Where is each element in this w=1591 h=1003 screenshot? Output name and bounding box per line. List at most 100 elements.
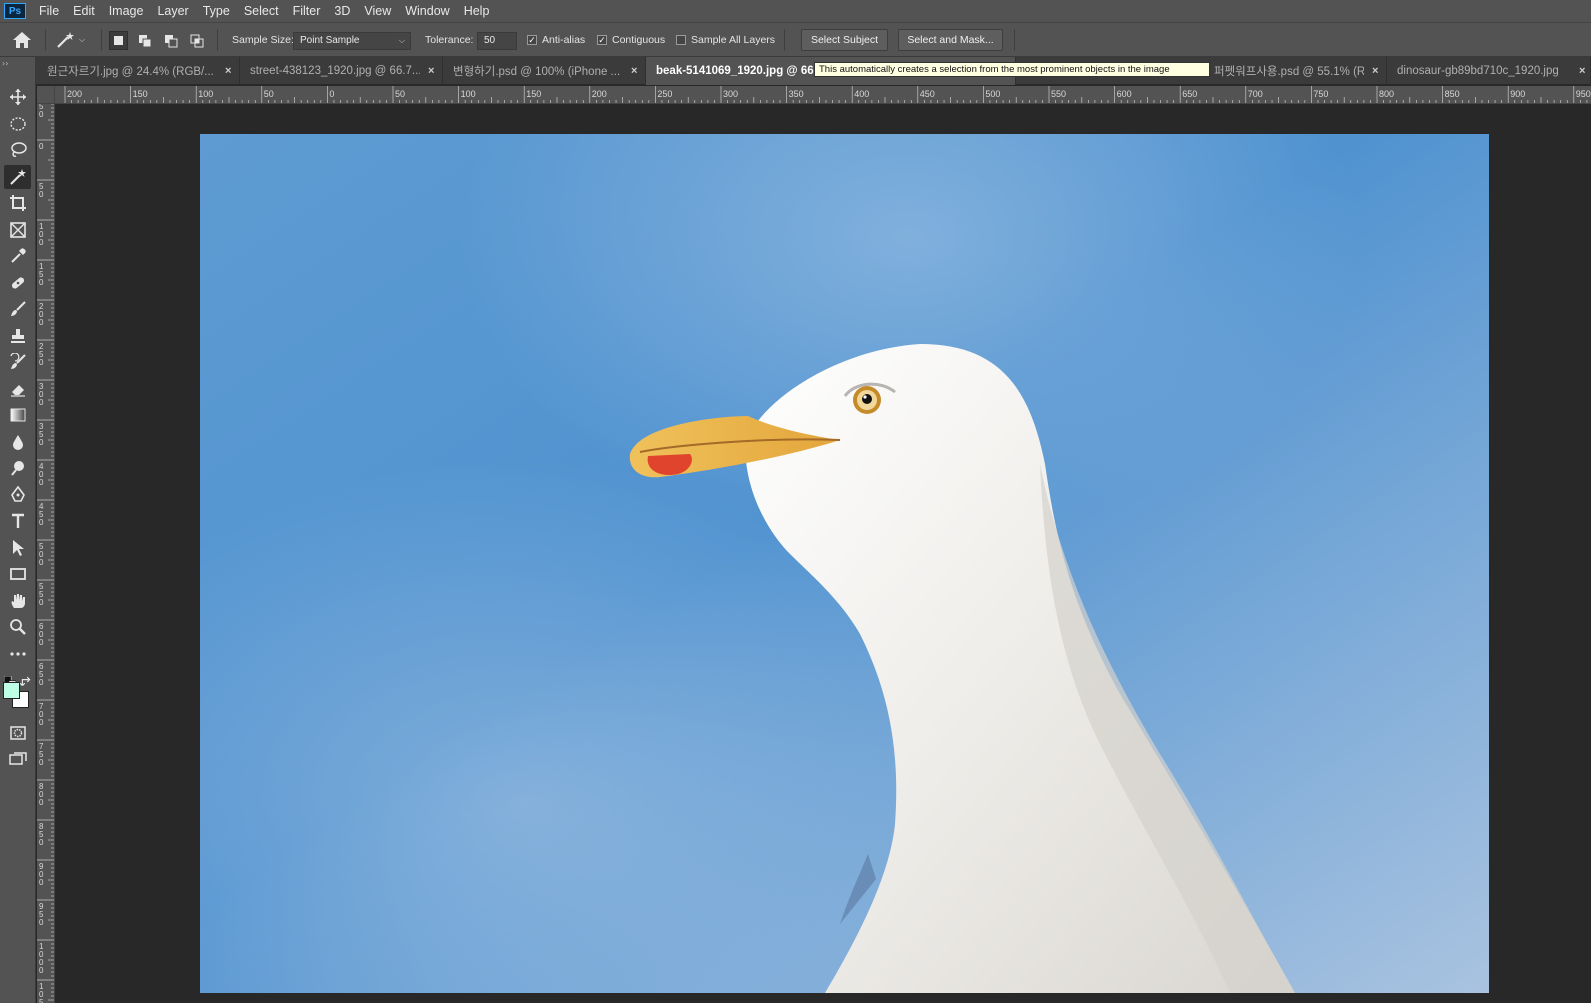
intersect-selection-button[interactable] xyxy=(187,31,206,50)
vertical-ruler[interactable]: 5005010015020025030035040045050055060065… xyxy=(37,104,55,1003)
tool-hand[interactable] xyxy=(4,589,31,613)
new-selection-button[interactable] xyxy=(109,31,128,50)
eyedropper-icon xyxy=(10,248,26,263)
ruler-label: 5 xyxy=(39,998,44,1003)
tolerance-input[interactable]: 50 xyxy=(477,32,517,50)
ruler-label: 750 xyxy=(1313,89,1328,99)
panel-collapse-icon[interactable]: ›› xyxy=(2,59,8,68)
tab-document-5[interactable]: 퍼펫워프사용.psd @ 55.1% (RG... × xyxy=(1204,57,1387,85)
ruler-label: 800 xyxy=(1379,89,1394,99)
add-to-selection-button[interactable] xyxy=(135,31,154,50)
menu-edit[interactable]: Edit xyxy=(66,0,102,22)
tab-label: street-438123_1920.jpg @ 66.7... xyxy=(250,65,420,77)
tool-dodge[interactable] xyxy=(4,456,31,480)
ruler-label: 200 xyxy=(592,89,607,99)
tool-eyedropper[interactable] xyxy=(4,244,31,268)
close-icon[interactable]: × xyxy=(1579,65,1585,77)
ruler-label: 950 xyxy=(1576,89,1591,99)
tab-document-3[interactable]: 변형하기.psd @ 100% (iPhone ... × xyxy=(443,57,646,85)
tool-more[interactable] xyxy=(4,642,31,666)
tab-document-2[interactable]: street-438123_1920.jpg @ 66.7... × xyxy=(240,57,443,85)
document-canvas[interactable] xyxy=(200,134,1489,993)
menu-help[interactable]: Help xyxy=(457,0,497,22)
ruler-label: 0 xyxy=(39,358,44,367)
more-icon xyxy=(9,651,26,656)
rectangle-icon xyxy=(9,568,26,580)
contiguous-checkbox[interactable]: ✓ xyxy=(597,35,607,45)
contiguous-option[interactable]: ✓ Contiguous xyxy=(597,23,665,57)
tool-preset-picker[interactable]: ⌵ xyxy=(56,23,85,57)
ruler-label: 150 xyxy=(133,89,148,99)
select-and-mask-button[interactable]: Select and Mask... xyxy=(898,29,1003,51)
tool-zoom[interactable] xyxy=(4,615,31,639)
quick-mask-button[interactable] xyxy=(4,721,31,745)
pen-icon xyxy=(10,485,25,502)
sample-all-layers-checkbox[interactable] xyxy=(676,35,686,45)
tool-lasso[interactable] xyxy=(4,138,31,162)
ruler-label: 0 xyxy=(39,238,44,247)
sample-size-label: Sample Size: xyxy=(232,34,294,46)
tool-frame[interactable] xyxy=(4,218,31,242)
tool-stamp[interactable] xyxy=(4,324,31,348)
move-icon xyxy=(9,89,26,105)
tool-rectangle[interactable] xyxy=(4,562,31,586)
close-icon[interactable]: × xyxy=(631,65,637,77)
screen-mode-button[interactable] xyxy=(4,747,31,771)
ruler-label: 500 xyxy=(985,89,1000,99)
ruler-label: 0 xyxy=(39,718,44,727)
tool-marquee[interactable] xyxy=(4,112,31,136)
anti-alias-option[interactable]: ✓ Anti-alias xyxy=(527,23,585,57)
subtract-selection-button[interactable] xyxy=(161,31,180,50)
dodge-icon xyxy=(10,461,24,476)
tool-type[interactable] xyxy=(4,509,31,533)
ruler-label: 0 xyxy=(39,110,44,119)
close-icon[interactable]: × xyxy=(428,65,434,77)
photoshop-logo: Ps xyxy=(4,3,26,19)
ruler-label: 0 xyxy=(39,318,44,327)
ruler-label: 0 xyxy=(39,758,44,767)
ruler-origin[interactable] xyxy=(37,86,55,104)
frame-icon xyxy=(9,221,26,238)
tool-healing-brush[interactable] xyxy=(4,271,31,295)
tool-crop[interactable] xyxy=(4,191,31,215)
tool-eraser[interactable] xyxy=(4,377,31,401)
tab-document-6[interactable]: dinosaur-gb89bd710c_1920.jpg × xyxy=(1387,57,1591,85)
tool-move[interactable] xyxy=(4,85,31,109)
ruler-label: 550 xyxy=(1051,89,1066,99)
horizontal-ruler[interactable]: 200 150 100 50 0 50 100 150 200 250 300 350 400 450 50… xyxy=(55,86,1591,104)
tool-blur[interactable] xyxy=(4,430,31,454)
menu-type[interactable]: Type xyxy=(196,0,237,22)
sample-all-layers-option[interactable]: Sample All Layers xyxy=(676,23,775,57)
tool-brush[interactable] xyxy=(4,297,31,321)
home-button[interactable] xyxy=(12,23,32,57)
menu-file[interactable]: File xyxy=(32,0,66,22)
menu-view[interactable]: View xyxy=(357,0,398,22)
hand-icon xyxy=(11,593,25,608)
tab-document-1[interactable]: 원근자르기.jpg @ 24.4% (RGB/... × xyxy=(37,57,240,85)
quick-mask-icon xyxy=(9,726,26,740)
canvas-area[interactable] xyxy=(55,104,1591,1003)
ruler-label: 0 xyxy=(39,278,44,287)
tool-gradient[interactable] xyxy=(4,403,31,427)
menu-select[interactable]: Select xyxy=(237,0,286,22)
add-selection-icon xyxy=(138,34,151,47)
swap-colors-button[interactable] xyxy=(19,673,32,687)
tool-path-selection[interactable] xyxy=(4,536,31,560)
close-icon[interactable]: × xyxy=(225,65,231,77)
menu-image[interactable]: Image xyxy=(102,0,151,22)
menu-3d[interactable]: 3D xyxy=(327,0,357,22)
select-subject-button[interactable]: Select Subject xyxy=(801,29,888,51)
menu-window[interactable]: Window xyxy=(398,0,456,22)
anti-alias-checkbox[interactable]: ✓ xyxy=(527,35,537,45)
gradient-icon xyxy=(10,408,25,422)
tool-magic-wand[interactable] xyxy=(4,164,31,189)
sample-size-dropdown[interactable]: Point Sample ⌵ xyxy=(293,32,411,50)
tool-pen[interactable] xyxy=(4,483,31,507)
menu-filter[interactable]: Filter xyxy=(286,0,328,22)
foreground-color-swatch[interactable] xyxy=(3,682,20,699)
menu-bar: Ps File Edit Image Layer Type Select Fil… xyxy=(0,0,1591,22)
close-icon[interactable]: × xyxy=(1372,65,1378,77)
menu-layer[interactable]: Layer xyxy=(150,0,195,22)
tool-history-brush[interactable] xyxy=(4,350,31,374)
lasso-icon xyxy=(10,142,27,157)
